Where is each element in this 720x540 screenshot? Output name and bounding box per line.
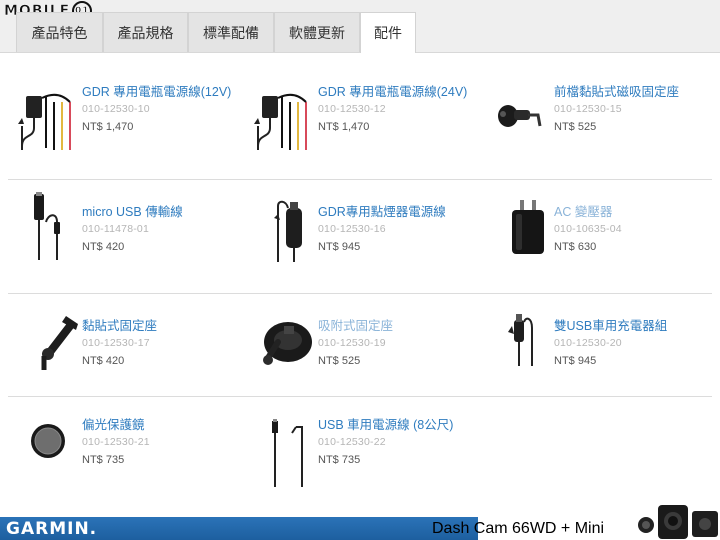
accessory-price: NT$ 1,470 — [82, 121, 134, 133]
accessory-sku: 010-12530-15 — [554, 103, 622, 115]
accessory-sku: 010-12530-17 — [82, 337, 150, 349]
accessory-sku: 010-12530-10 — [82, 103, 150, 115]
tab-features[interactable]: 產品特色 — [16, 12, 103, 52]
usb-power-cable-icon — [272, 419, 303, 487]
accessory-name[interactable]: USB 車用電源線 (8公尺) — [318, 417, 473, 433]
accessory-name[interactable]: 雙USB車用充電器組 — [554, 318, 709, 334]
battery-cable-icon — [18, 93, 71, 150]
accessory-price: NT$ 945 — [318, 241, 361, 253]
accessory-card[interactable]: USB 車用電源線 (8公尺) 010-12530-22 NT$ 735 — [244, 397, 474, 510]
accessory-card[interactable]: AC 變壓器 010-10635-04 NT$ 630 — [480, 180, 710, 293]
accessory-price: NT$ 420 — [82, 355, 125, 367]
accessory-card[interactable]: GDR專用點煙器電源線 010-12530-16 NT$ 945 — [244, 180, 474, 293]
accessory-name[interactable]: GDR 專用電瓶電源線(12V) — [82, 84, 237, 100]
accessory-row: 偏光保護鏡 010-12530-21 NT$ 735 USB 車用電源線 (8公… — [8, 397, 712, 510]
accessory-name[interactable]: AC 變壓器 — [554, 204, 709, 220]
accessory-card[interactable]: GDR 專用電瓶電源線(12V) 010-12530-10 NT$ 1,470 — [8, 60, 238, 179]
accessory-price: NT$ 735 — [318, 454, 361, 466]
accessory-name[interactable]: 黏貼式固定座 — [82, 318, 237, 334]
tab-specs[interactable]: 產品規格 — [103, 12, 188, 52]
accessory-price: NT$ 525 — [554, 121, 597, 133]
accessory-card[interactable]: 雙USB車用充電器組 010-12530-20 NT$ 945 — [480, 294, 710, 396]
ac-adapter-icon — [512, 200, 544, 254]
accessory-sku: 010-12530-19 — [318, 337, 386, 349]
accessory-card[interactable]: GDR 專用電瓶電源線(24V) 010-12530-12 NT$ 1,470 — [244, 60, 474, 179]
dual-usb-charger-icon — [508, 314, 533, 366]
accessory-card[interactable]: 偏光保護鏡 010-12530-21 NT$ 735 — [8, 397, 238, 510]
accessory-price: NT$ 525 — [318, 355, 361, 367]
accessory-price: NT$ 630 — [554, 241, 597, 253]
accessory-card[interactable]: 前檔黏貼式磁吸固定座 010-12530-15 NT$ 525 — [480, 60, 710, 179]
tab-accessories[interactable]: 配件 — [360, 12, 416, 53]
accessory-name[interactable]: GDR專用點煙器電源線 — [318, 204, 473, 220]
accessory-name[interactable]: GDR 專用電瓶電源線(24V) — [318, 84, 473, 100]
accessory-price: NT$ 1,470 — [318, 121, 370, 133]
accessory-sku: 010-10635-04 — [554, 223, 622, 235]
accessory-name[interactable]: 吸附式固定座 — [318, 318, 473, 334]
suction-mount-icon — [263, 322, 312, 365]
accessory-price: NT$ 735 — [82, 454, 125, 466]
accessory-card[interactable]: 黏貼式固定座 010-12530-17 NT$ 420 — [8, 294, 238, 396]
accessory-name[interactable]: 前檔黏貼式磁吸固定座 — [554, 84, 709, 100]
accessory-sku: 010-12530-22 — [318, 436, 386, 448]
car-charger-icon — [274, 200, 302, 262]
accessory-sku: 010-12530-20 — [554, 337, 622, 349]
accessory-name[interactable]: 偏光保護鏡 — [82, 417, 237, 433]
battery-cable-icon — [254, 93, 307, 150]
product-title: Dash Cam 66WD + Mini — [432, 520, 605, 537]
accessory-card[interactable]: 吸附式固定座 010-12530-19 NT$ 525 — [244, 294, 474, 396]
tab-standard-equipment[interactable]: 標準配備 — [188, 12, 274, 52]
accessory-sku: 010-12530-12 — [318, 103, 386, 115]
accessory-row: GDR 專用電瓶電源線(12V) 010-12530-10 NT$ 1,470 … — [8, 60, 712, 180]
accessory-sku: 010-12530-16 — [318, 223, 386, 235]
magnetic-mount-icon — [498, 105, 542, 127]
accessory-row: 黏貼式固定座 010-12530-17 NT$ 420 吸附式固定座 010-1… — [8, 294, 712, 397]
accessory-sku: 010-11478-01 — [82, 223, 150, 235]
accessory-price: NT$ 420 — [82, 241, 125, 253]
usb-cable-icon — [34, 192, 60, 260]
polarizing-lens-icon — [31, 424, 65, 458]
accessory-row: micro USB 傳輸線 010-11478-01 NT$ 420 GDR專用… — [8, 180, 712, 294]
accessory-name[interactable]: micro USB 傳輸線 — [82, 204, 237, 220]
accessory-price: NT$ 945 — [554, 355, 597, 367]
accessory-sku: 010-12530-21 — [82, 436, 150, 448]
tab-software-update[interactable]: 軟體更新 — [274, 12, 360, 52]
brand-logo: GARMIN. — [6, 519, 98, 539]
dash-cam-product-icon — [638, 505, 718, 539]
accessory-card[interactable]: micro USB 傳輸線 010-11478-01 NT$ 420 — [8, 180, 238, 293]
